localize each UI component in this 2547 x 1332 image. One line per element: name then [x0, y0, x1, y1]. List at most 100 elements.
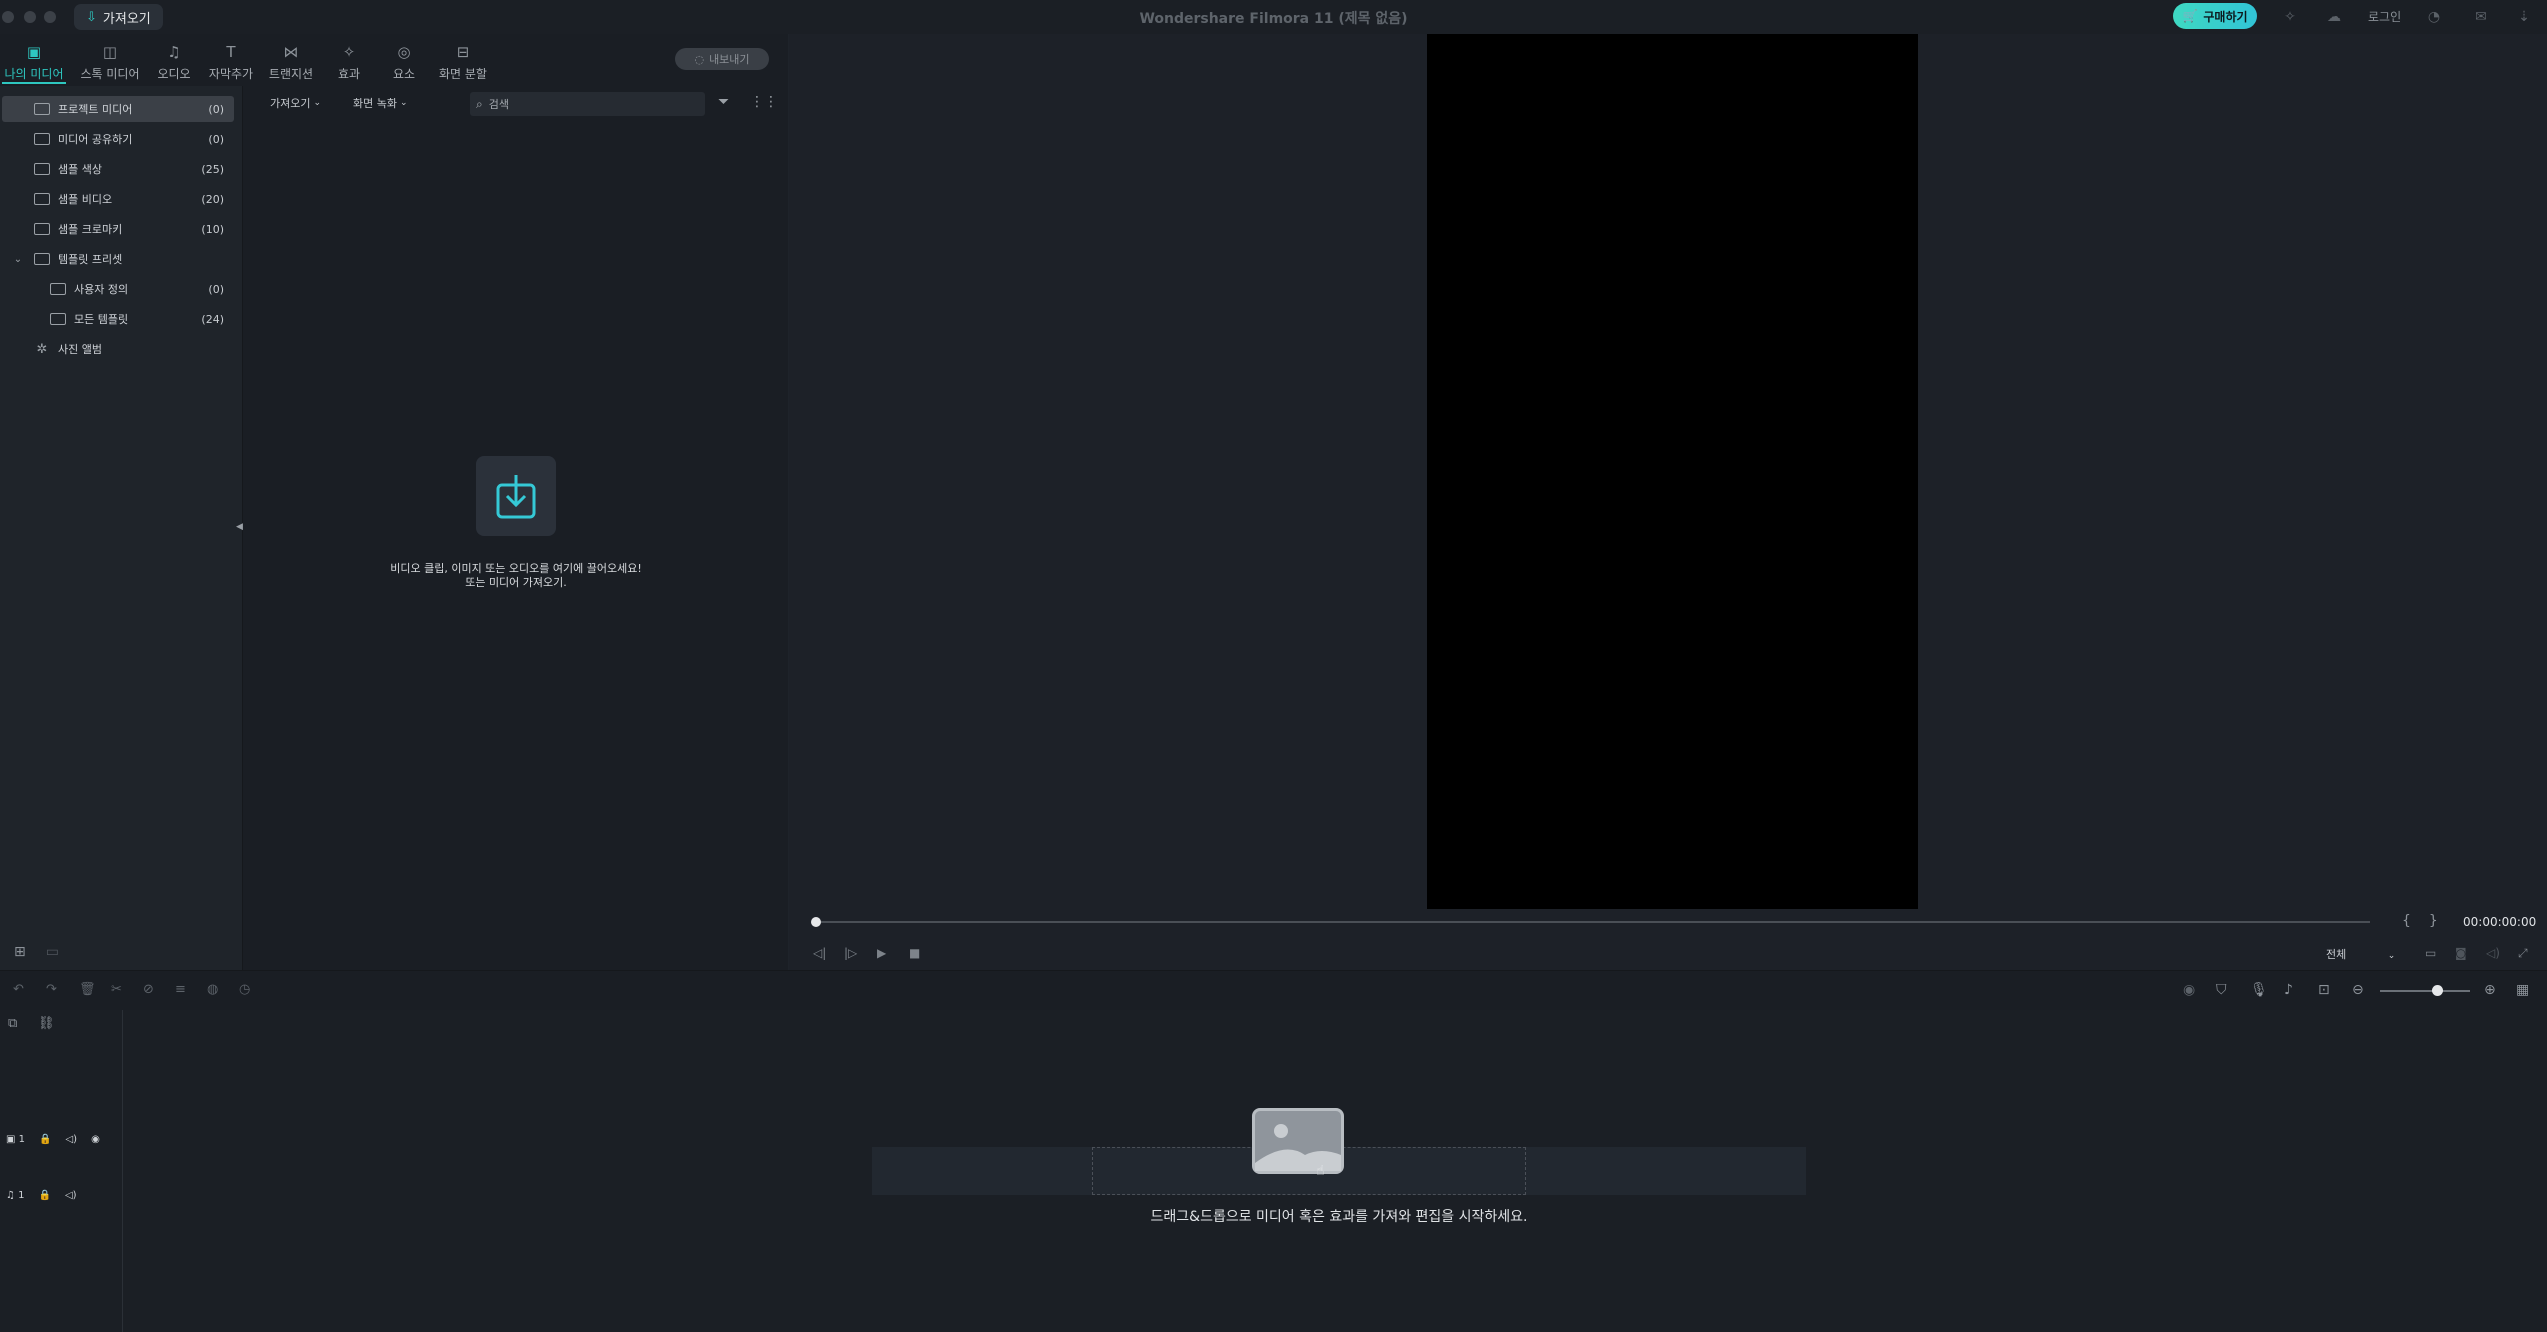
mail-icon[interactable]: ✉: [2472, 8, 2490, 26]
download-icon[interactable]: ⇣: [2515, 8, 2533, 26]
app-title: Wondershare Filmora 11 (제목 없음): [1139, 11, 1408, 27]
speaker-icon[interactable]: ◁): [65, 1190, 77, 1201]
buy-button[interactable]: 🛒 구매하기: [2173, 3, 2257, 29]
layout-icon[interactable]: ▦: [2516, 982, 2529, 998]
sidebar-item-count: (25): [201, 162, 224, 176]
cut-icon[interactable]: ✂: [111, 982, 122, 997]
folder-icon: [34, 103, 50, 115]
lock-icon[interactable]: 🔒: [39, 1134, 51, 1145]
grid-view-icon[interactable]: ⋮⋮: [750, 94, 778, 110]
render-icon[interactable]: ◉: [2183, 982, 2195, 998]
zoom-slider[interactable]: [2380, 990, 2470, 992]
media-drop-line2: 또는 미디어 가져오기.: [465, 576, 567, 589]
tab-split-screen[interactable]: ⊟ 화면 분할: [436, 34, 490, 82]
microphone-icon[interactable]: 🎙: [2250, 982, 2268, 998]
sidebar-item-count: (0): [208, 102, 224, 116]
delete-icon[interactable]: 🗑: [79, 982, 96, 997]
speed-icon[interactable]: ◷: [239, 982, 250, 997]
text-icon: T: [226, 43, 236, 61]
scrubber-handle[interactable]: [811, 917, 821, 927]
play-icon[interactable]: ▶: [877, 946, 886, 960]
tab-audio[interactable]: ♫ 오디오: [152, 34, 196, 82]
sidebar-item-count: (10): [201, 222, 224, 236]
redo-icon[interactable]: ↷: [46, 982, 57, 997]
audio-track-header: ♫ 1 🔒 ◁): [6, 1190, 77, 1201]
tag-icon[interactable]: ⊘: [143, 982, 154, 997]
import-dropdown-label: 가져오기: [270, 97, 311, 110]
lock-icon[interactable]: 🔒: [39, 1190, 51, 1201]
zoom-out-icon[interactable]: ⊖: [2352, 982, 2364, 998]
sidebar-item-photo-album[interactable]: ✲ 사진 앨범: [2, 336, 234, 362]
chevron-down-icon[interactable]: ⌄: [2, 254, 34, 265]
video-track-label: ▣ 1: [6, 1134, 26, 1145]
subtitle-icon[interactable]: ⊡: [2318, 982, 2330, 998]
quality-label: 전체: [2326, 948, 2347, 961]
mark-in-out-icon[interactable]: {}: [2402, 913, 2456, 929]
support-icon[interactable]: ◔: [2425, 8, 2443, 26]
sidebar-item-custom[interactable]: 사용자 정의 (0): [2, 276, 234, 302]
timecode: 00:00:00:00: [2463, 915, 2537, 929]
preview-scrubber[interactable]: [815, 921, 2370, 923]
export-button[interactable]: ◌ 내보내기: [675, 48, 769, 70]
folder-icon: [34, 193, 50, 205]
sidebar-item-template-presets[interactable]: ⌄ 템플릿 프리셋: [2, 246, 234, 272]
folder-icon: [34, 163, 50, 175]
tab-transitions[interactable]: ⋈ 트랜지션: [266, 34, 316, 82]
collapse-sidebar-icon[interactable]: ◀: [236, 522, 244, 532]
import-media-box[interactable]: [476, 456, 556, 536]
stop-icon[interactable]: ■: [909, 946, 920, 960]
sidebar-item-sample-video[interactable]: 샘플 비디오 (20): [2, 186, 234, 212]
tab-label: 효과: [337, 67, 361, 81]
quality-dropdown[interactable]: 전체 ⌄: [2326, 946, 2395, 962]
music-icon: ♫: [167, 43, 181, 61]
import-download-icon: [496, 475, 536, 519]
folder-icon[interactable]: ▭: [46, 944, 59, 960]
adjust-icon[interactable]: ≡: [175, 982, 186, 997]
audio-mix-icon[interactable]: ♪: [2284, 982, 2293, 998]
volume-icon[interactable]: ◁): [2486, 946, 2500, 960]
step-back-icon[interactable]: ◁|: [813, 946, 826, 960]
cloud-icon[interactable]: ☁: [2325, 8, 2343, 26]
eye-icon[interactable]: ◉: [91, 1134, 100, 1145]
add-track-icon[interactable]: ⧉: [8, 1016, 17, 1031]
play-pause-icon[interactable]: |▷: [844, 946, 857, 960]
screen-record-dropdown[interactable]: 화면 녹화 ⌄: [353, 92, 408, 114]
media-tabs: ▣ 나의 미디어 ◫ 스톡 미디어 ♫ 오디오 T 자막추가 ⋈ 트랜지션 ✧ …: [0, 34, 788, 84]
sidebar-item-count: (0): [208, 282, 224, 296]
tab-effects[interactable]: ✧ 효과: [333, 34, 365, 82]
filter-icon[interactable]: ⏷: [718, 94, 729, 110]
login-button[interactable]: 로그인: [2368, 8, 2401, 25]
search-placeholder: 검색: [488, 98, 509, 111]
sidebar-item-label: 샘플 색상: [58, 163, 102, 176]
sidebar-item-count: (24): [201, 312, 224, 326]
tab-my-media[interactable]: ▣ 나의 미디어: [2, 34, 66, 84]
fullscreen-icon[interactable]: ⤢: [2518, 946, 2528, 961]
sidebar-item-project-media[interactable]: 프로젝트 미디어 (0): [2, 96, 234, 122]
import-dropdown[interactable]: 가져오기 ⌄: [270, 92, 321, 114]
tab-stock-media[interactable]: ◫ 스톡 미디어: [78, 34, 142, 82]
link-icon[interactable]: ⛓: [38, 1016, 55, 1031]
zoom-slider-handle[interactable]: [2432, 985, 2443, 996]
gear-icon: ✲: [36, 341, 48, 357]
sidebar-item-all-templates[interactable]: 모든 템플릿 (24): [2, 306, 234, 332]
video-preview: [1427, 34, 1918, 909]
search-input[interactable]: ⌕ 검색: [470, 92, 705, 116]
camera-icon[interactable]: ◙: [2455, 946, 2467, 960]
lightbulb-icon[interactable]: ✧: [2281, 8, 2299, 26]
sidebar-item-sample-colors[interactable]: 샘플 색상 (25): [2, 156, 234, 182]
tab-elements[interactable]: ◎ 요소: [388, 34, 420, 82]
sidebar-item-shared-media[interactable]: 미디어 공유하기 (0): [2, 126, 234, 152]
sidebar-item-label: 모든 템플릿: [74, 313, 129, 326]
marker-icon[interactable]: ⛉: [2216, 982, 2227, 998]
tab-label: 자막추가: [208, 67, 254, 81]
sidebar-item-sample-chroma[interactable]: 샘플 크로마키 (10): [2, 216, 234, 242]
new-folder-icon[interactable]: ⊞: [14, 944, 26, 960]
zoom-in-icon[interactable]: ⊕: [2484, 982, 2496, 998]
monitor-icon[interactable]: ▭: [2425, 946, 2436, 960]
chevron-down-icon: ⌄: [399, 98, 408, 108]
undo-icon[interactable]: ↶: [13, 982, 24, 997]
export-icon: ◌: [694, 52, 705, 66]
tab-titles[interactable]: T 자막추가: [206, 34, 256, 82]
color-icon[interactable]: ◍: [207, 982, 218, 997]
speaker-icon[interactable]: ◁): [65, 1134, 77, 1145]
